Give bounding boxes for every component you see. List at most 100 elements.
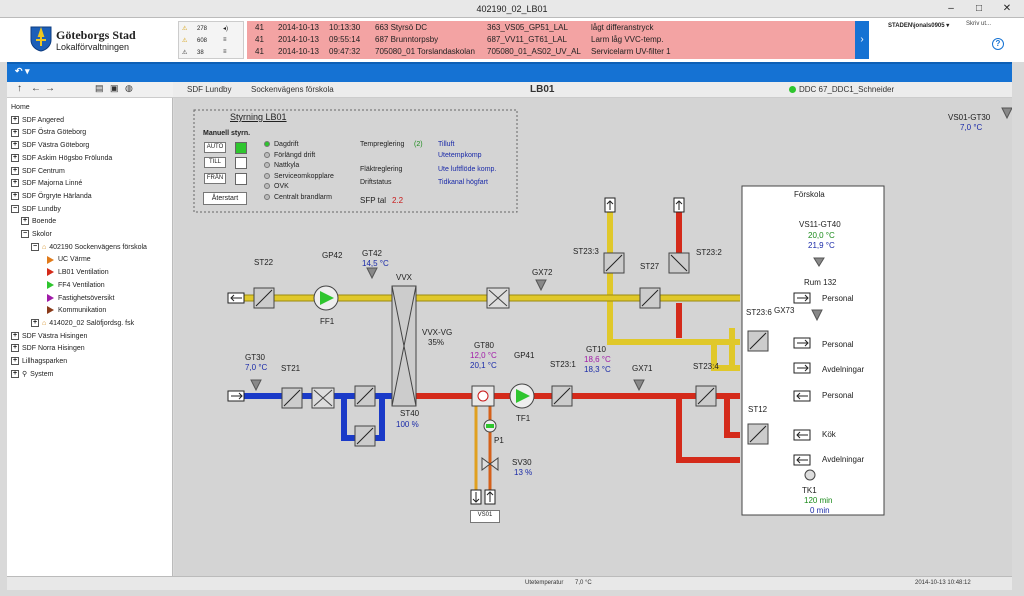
alarm-row[interactable]: 41 2014-10-13 10:13:30 663 Styrsö DC 363… [247,22,855,34]
gt80-setpoint: 12,0 °C [470,351,497,360]
tree-item[interactable]: + SDF Örgryte Härlanda [11,191,92,203]
expand-icon[interactable]: + [11,192,19,201]
tree-item-label: SDF Västra Göteborg [22,142,90,150]
gt10-setpoint: 18,6 °C [584,355,611,364]
up-arrow-icon[interactable]: ↑ [17,83,22,94]
window-title: 402190_02_LB01 [0,0,1024,18]
expand-icon[interactable]: + [11,331,19,340]
room-avdelningar-2: Avdelningar [822,455,865,464]
tree-item[interactable]: LB01 Ventilation [47,267,109,279]
st23-3-label: ST23:3 [573,247,599,256]
minimize-icon[interactable]: – [936,0,966,18]
tree-item[interactable]: Kommunikation [47,305,106,317]
collapse-icon[interactable]: − [11,204,19,213]
expand-icon[interactable]: + [31,319,39,328]
tree-item-label: 414020_02 Salöfjordsg. fsk [49,319,135,327]
close-icon[interactable]: ✕ [992,0,1022,18]
crumb-area[interactable]: SDF Lundby [187,85,231,94]
forward-arrow-icon[interactable]: → [45,83,55,94]
tree-item-label: SDF Västra Hisingen [22,332,88,340]
expand-icon[interactable]: + [11,115,19,124]
st27-label: ST27 [640,262,660,271]
tree-item[interactable]: − SDF Lundby [11,204,61,216]
tree-item[interactable]: + SDF Majorna Linné [11,178,82,190]
flakt-label: Fläktreglering [360,166,403,173]
gt10-value: 18,3 °C [584,365,611,374]
print-icon[interactable]: ▤ [95,83,104,94]
control-title[interactable]: Styrning LB01 [230,112,287,122]
room-personal-1: Personal [822,294,854,303]
mode-item: Dagdrift [264,141,299,148]
tree-item[interactable]: + SDF Askim Högsbo Frölunda [11,153,112,165]
tree-item[interactable]: UC Värme [47,254,91,266]
mode-item: Serviceomkopplare [264,173,334,180]
mode-label: Dagdrift [274,141,299,148]
expand-icon[interactable]: + [11,344,19,353]
tree-item[interactable]: + Boende [21,216,56,228]
tree-item[interactable]: Home [11,102,30,114]
expand-icon[interactable]: + [21,217,29,226]
gt30-value: 7,0 °C [245,363,268,372]
tree-item[interactable]: Fastighetsöversikt [47,293,114,305]
gp41-label: GP41 [514,351,535,360]
status-bar: Utetemperatur 7,0 °C 2014-10-13 10:48:12 [7,576,1012,590]
vs01-link-button[interactable]: VS01 [470,510,500,523]
expand-icon[interactable]: + [11,128,19,137]
flakt-val: Ute luftflöde komp. [438,166,497,173]
building-name: Förskola [794,190,825,199]
st23-2-label: ST23:2 [696,248,722,257]
collapse-icon[interactable]: − [21,230,29,239]
tk1-name: TK1 [802,486,817,495]
st12-label: ST12 [748,405,768,414]
tree-item[interactable]: + SDF Centrum [11,166,65,178]
alarm-list: 41 2014-10-13 10:13:30 663 Styrsö DC 363… [247,21,855,59]
expand-icon[interactable]: + [11,179,19,188]
temp-reg-val1: Tilluft [438,141,455,148]
search-field[interactable]: Skriv ut... [966,21,991,27]
pipe-diagram [193,107,1012,516]
alarm-row[interactable]: 41 2014-10-13 09:55:14 687 Brunntorpsby … [247,34,855,46]
user-menu[interactable]: STADEN\jonals0905 ▾ [888,22,949,29]
tree-item-label: System [30,370,54,378]
auto-button[interactable]: AUTO [204,142,226,153]
collapse-icon[interactable]: − [31,242,39,251]
tree-item[interactable]: + ⌂ 414020_02 Salöfjordsg. fsk [31,318,134,330]
expand-icon[interactable]: + [11,141,19,150]
tree-item[interactable]: − ⌂ 402190 Sockenvägens förskola [31,242,147,254]
expand-icon[interactable]: + [11,166,19,175]
tree-item[interactable]: + SDF Västra Göteborg [11,140,89,152]
fran-button[interactable]: FRÅN [204,173,226,184]
till-button[interactable]: TILL [204,157,226,168]
room-avdelningar-1: Avdelningar [822,365,865,374]
tree-item[interactable]: + SDF Västra Hisingen [11,331,87,343]
chevron-right-icon[interactable]: › [855,21,869,59]
house-icon: ⌂ [42,243,47,251]
timestamp: 2014-10-13 10:48:12 [915,580,971,586]
tree-item[interactable]: + SDF Östra Göteborg [11,127,86,139]
restart-button[interactable]: Återstart [203,192,247,205]
st40-value: 100 % [396,420,419,429]
undo-menu-button[interactable]: ↶ ▾ [15,66,43,80]
crumb-site[interactable]: Sockenvägens förskola [251,85,334,94]
expand-icon[interactable]: + [11,153,19,162]
expand-icon[interactable]: + [11,357,19,366]
globe-icon[interactable]: ◍ [125,83,133,94]
expand-icon[interactable]: + [11,369,19,378]
back-arrow-icon[interactable]: ← [31,83,41,94]
tree-item[interactable]: + ⚲ System [11,369,53,381]
tree-item[interactable]: FF4 Ventilation [47,280,105,292]
tree-item[interactable]: − Skolor [21,229,52,241]
help-icon[interactable]: ? [992,38,1004,50]
tree-item[interactable]: + SDF Norra Hisingen [11,343,85,355]
outdoor-temp-value: 7,0 °C [575,580,592,586]
tree-item-label: Lillhagsparken [22,358,68,365]
tree-item-label: Fastighetsöversikt [58,294,115,302]
tree-item-label: SDF Askim Högsbo Frölunda [22,154,113,162]
tree-item[interactable]: + SDF Angered [11,115,64,127]
maximize-icon[interactable]: □ [964,0,994,18]
gx72-label: GX72 [532,268,553,277]
alarm-row[interactable]: 41 2014-10-13 09:47:32 705080_01 Torslan… [247,46,855,58]
alarm-counters[interactable]: ⚠ 278 ◂) ⚠ 608 ≡ ⚠ 38 ≡ [178,21,244,59]
tree-item[interactable]: + Lillhagsparken [11,356,67,368]
export-icon[interactable]: ▣ [110,83,119,94]
